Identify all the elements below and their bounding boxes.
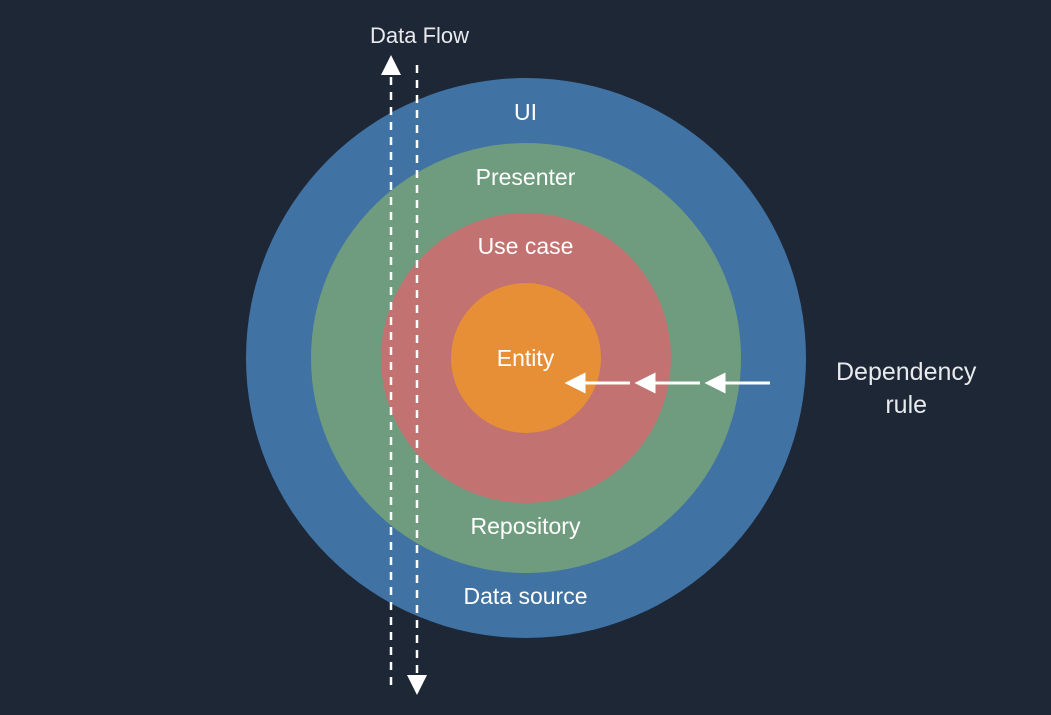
- label-datasource: Data source: [463, 583, 587, 610]
- label-repository: Repository: [471, 513, 581, 540]
- data-flow-title: Data Flow: [370, 23, 469, 49]
- dependency-rule-line1: Dependency: [836, 358, 976, 386]
- dependency-rule-line2: rule: [885, 391, 927, 419]
- dependency-rule-label: Dependency rule: [836, 356, 976, 421]
- label-usecase: Use case: [478, 233, 574, 260]
- label-presenter: Presenter: [476, 164, 576, 191]
- label-ui: UI: [514, 99, 537, 126]
- label-entity: Entity: [497, 345, 555, 372]
